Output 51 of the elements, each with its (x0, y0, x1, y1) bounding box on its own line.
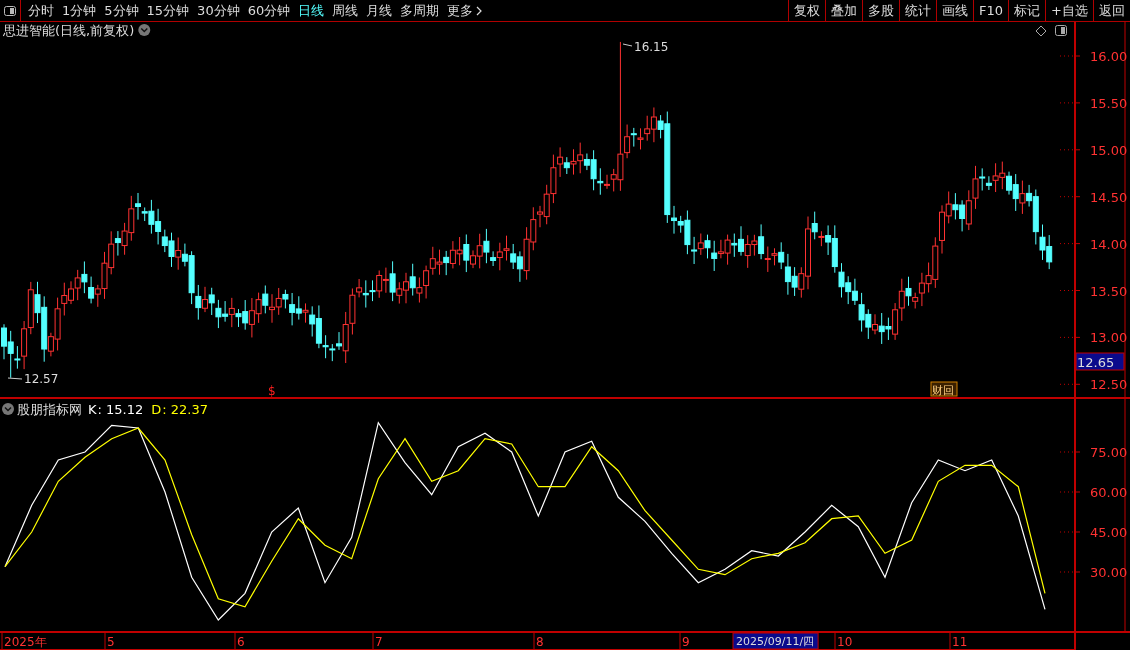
chevron-down-icon[interactable] (2, 403, 14, 415)
low-price-label: 12.57 (24, 372, 59, 386)
chevron-right-icon[interactable] (476, 5, 483, 16)
event-badge[interactable]: 财回 (930, 381, 958, 397)
period-tab[interactable]: 日线 (298, 1, 325, 20)
axis-label: 14.00 (1090, 236, 1128, 252)
date-label: 9 (682, 635, 690, 649)
date-label: 10 (837, 635, 853, 649)
high-price-label: 16.15 (634, 40, 669, 54)
axis-label: 16.00 (1090, 49, 1128, 64)
period-tab[interactable]: 多周期 (400, 1, 440, 20)
chevron-down-icon[interactable] (138, 24, 151, 36)
axis-label: 30.00 (1090, 565, 1128, 580)
axis-label: 60.00 (1090, 485, 1128, 500)
axis-label: 13.50 (1090, 283, 1128, 299)
series-name: D (151, 402, 162, 417)
indicator-name: 股朋指标网 (17, 402, 82, 417)
series-value: : 15.12 (97, 402, 144, 417)
period-tab[interactable]: 15分钟 (146, 1, 190, 20)
period-tab[interactable]: 1分钟 (62, 1, 97, 20)
axis-label: 15.00 (1090, 142, 1128, 158)
date-label: 11 (952, 635, 968, 649)
more-menu[interactable]: 更多 (447, 1, 474, 20)
date-label: 2025年 (4, 635, 47, 649)
axis-label: 12.50 (1090, 377, 1128, 393)
period-tab[interactable]: 5分钟 (104, 1, 139, 20)
series-name: K (88, 402, 97, 417)
leader-line (622, 43, 633, 47)
period-tab[interactable]: 周线 (332, 1, 359, 20)
axis-label: 75.00 (1090, 445, 1128, 460)
date-label: 5 (107, 635, 115, 649)
chart-title: 思进智能(日线,前复权) (3, 23, 135, 38)
date-label: 6 (237, 635, 245, 649)
axis-label: 14.50 (1090, 189, 1128, 205)
panel-toggle-icon[interactable] (4, 5, 16, 16)
axis-label: 15.50 (1090, 95, 1128, 111)
current-price-label: 12.65 (1075, 352, 1125, 371)
period-tab[interactable]: 30分钟 (197, 1, 240, 20)
period-tab[interactable]: 60分钟 (247, 1, 291, 20)
leader-line (7, 377, 23, 380)
panel-toggle-icon[interactable] (1055, 25, 1067, 36)
date-label: 7 (375, 635, 383, 649)
signal-mark: $ (268, 384, 276, 397)
diamond-icon[interactable] (1035, 25, 1047, 37)
period-tab[interactable]: 分时 (28, 1, 54, 20)
series-value: : 22.37 (162, 402, 208, 417)
cursor-date-label: 2025/09/11/四 (732, 633, 819, 650)
date-label: 8 (536, 635, 544, 649)
axis-label: 13.00 (1090, 330, 1128, 346)
axis-label: 45.00 (1090, 525, 1128, 540)
period-tab[interactable]: 月线 (366, 1, 393, 20)
